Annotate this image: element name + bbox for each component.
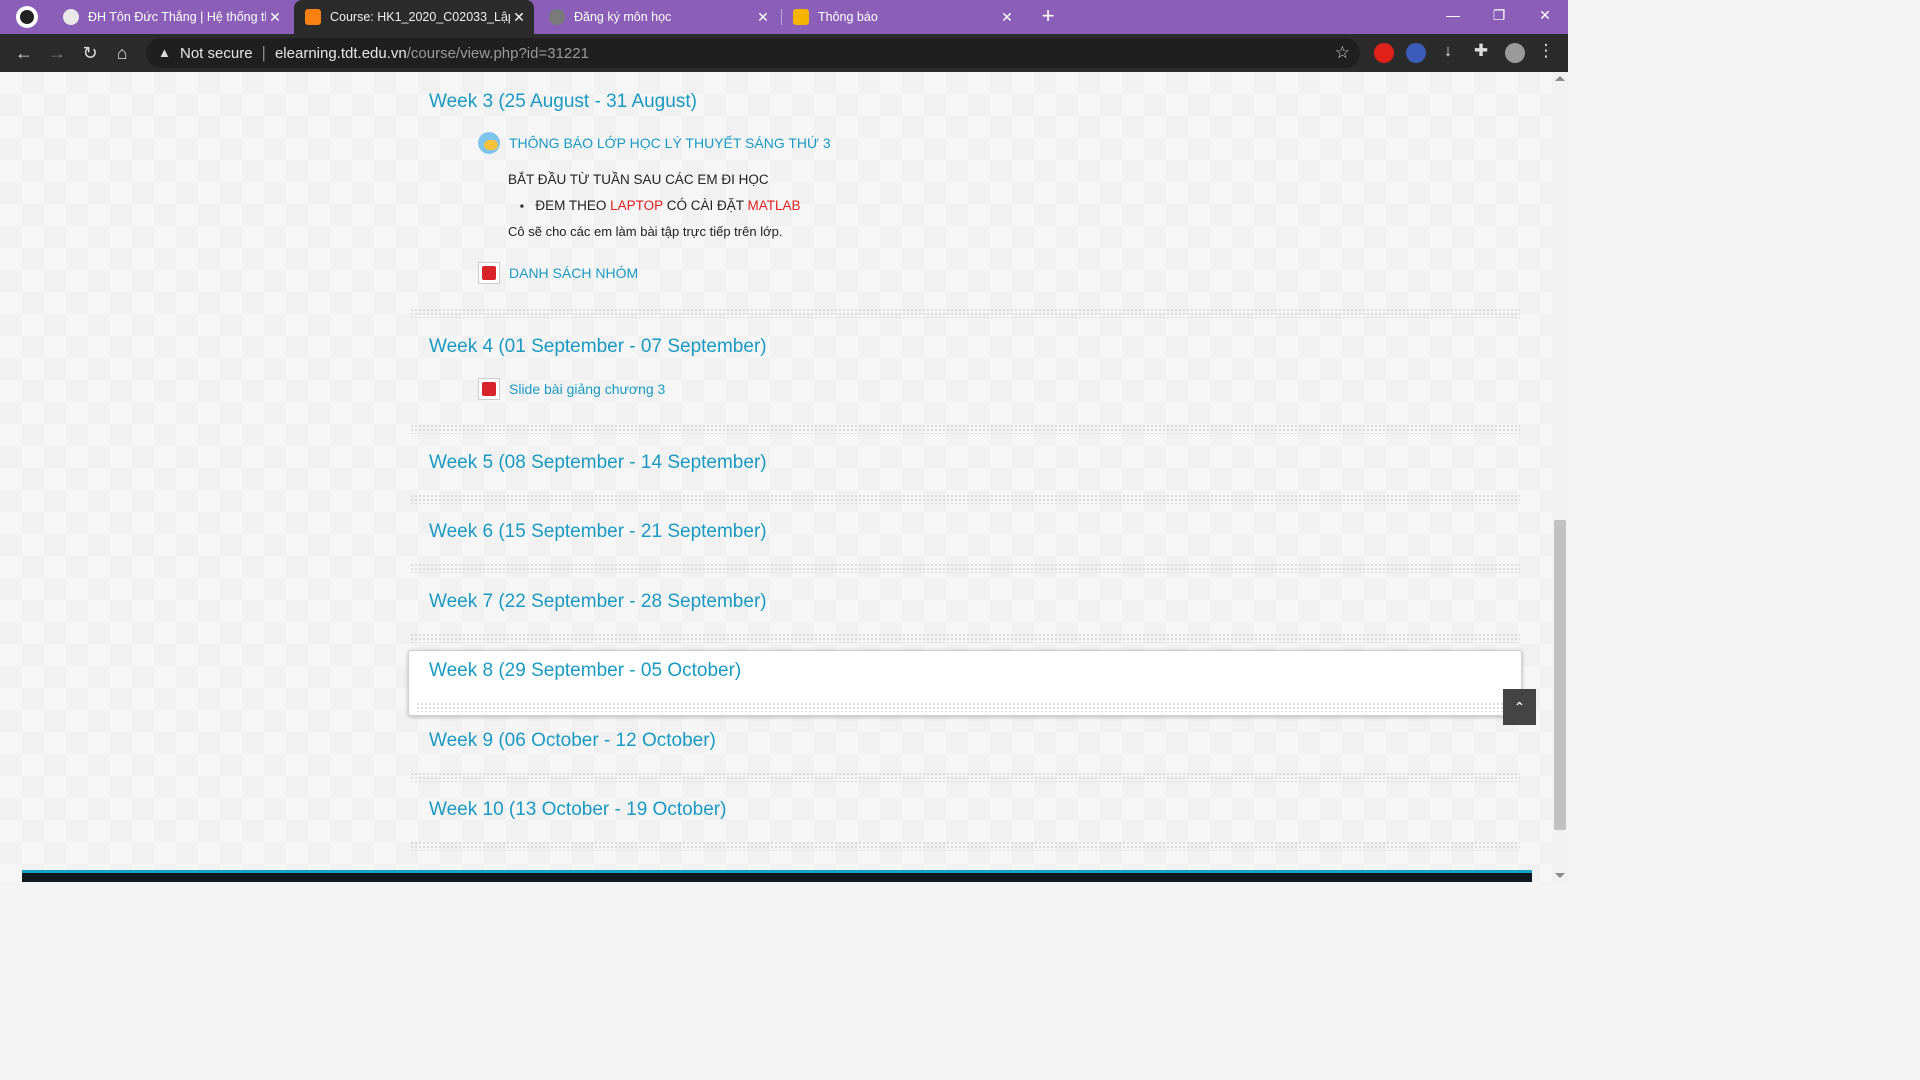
url-host: elearning.tdt.edu.vn — [274, 44, 407, 62]
warning-icon[interactable]: ▲ — [158, 46, 172, 60]
highlight-matlab: MATLAB — [747, 198, 801, 213]
scroll-up-arrow[interactable] — [1555, 76, 1565, 81]
scroll-down-arrow[interactable] — [1555, 873, 1565, 878]
translate-extension-icon[interactable] — [1406, 43, 1426, 63]
address-bar[interactable]: ▲ Not secure | elearning.tdt.edu.vn/cour… — [146, 38, 1360, 68]
notice-icon — [793, 9, 809, 25]
security-label[interactable]: Not secure — [180, 45, 253, 62]
bullet-text: CÓ CÀI ĐẶT — [662, 198, 748, 213]
week-8-title[interactable]: Week 8 (29 September - 05 October) — [429, 660, 741, 682]
activity-pdf[interactable]: DANH SÁCH NHÓM — [478, 262, 638, 284]
highlight-laptop: LAPTOP — [610, 198, 663, 213]
week-6-title[interactable]: Week 6 (15 September - 21 September) — [429, 521, 767, 543]
tab-notice[interactable]: Thông báo ✕ — [782, 0, 1022, 34]
forward-button[interactable]: → — [43, 40, 71, 66]
github-icon[interactable] — [16, 6, 38, 28]
close-tab-icon[interactable]: ✕ — [998, 9, 1016, 26]
section-divider — [410, 633, 1520, 643]
page-footer — [22, 870, 1532, 882]
globe-icon — [63, 9, 79, 25]
tab-title: Course: HK1_2020_C02033_Lập trình — [330, 10, 510, 24]
section-divider — [416, 702, 1514, 712]
week-3-summary: BẮT ĐẦU TỪ TUẦN SAU CÁC EM ĐI HỌC ĐEM TH… — [508, 172, 800, 239]
browser-toolbar: ← → ↻ ⌂ ▲ Not secure | elearning.tdt.edu… — [0, 34, 1568, 72]
download-icon[interactable]: ↓ — [1437, 41, 1459, 61]
back-to-top-button[interactable]: ⌃ — [1503, 689, 1536, 725]
page-scrollbar[interactable] — [1552, 72, 1568, 882]
menu-kebab-icon[interactable]: ⋮ — [1535, 41, 1557, 61]
home-button[interactable]: ⌂ — [108, 40, 136, 66]
week-9-title[interactable]: Week 9 (06 October - 12 October) — [429, 730, 716, 752]
tab-course-registration[interactable]: Đăng ký môn học ✕ — [538, 0, 778, 34]
forum-icon — [478, 132, 500, 154]
activity-link[interactable]: THÔNG BÁO LỚP HỌC LÝ THUYẾT SÁNG THỨ 3 — [509, 135, 831, 151]
section-divider — [410, 772, 1520, 782]
tab-title: Thông báo — [818, 10, 878, 24]
minimize-button[interactable]: — — [1430, 0, 1476, 30]
week-7-title[interactable]: Week 7 (22 September - 28 September) — [429, 591, 767, 613]
adblock-extension-icon[interactable] — [1374, 43, 1394, 63]
week-5-title[interactable]: Week 5 (08 September - 14 September) — [429, 452, 767, 474]
pdf-icon — [478, 262, 500, 284]
globe-icon — [549, 9, 565, 25]
new-tab-button[interactable]: + — [1037, 4, 1059, 28]
browser-tab-strip: ĐH Tôn Đức Thắng | Hệ thống thông tin ✕ … — [0, 0, 1568, 34]
summary-line: Cô sẽ cho các em làm bài tập trực tiếp t… — [508, 224, 783, 239]
summary-line: BẮT ĐẦU TỪ TUẦN SAU CÁC EM ĐI HỌC — [508, 172, 769, 187]
bookmark-star-icon[interactable]: ☆ — [1335, 43, 1350, 63]
url-path: /course/view.php?id=31221 — [406, 44, 589, 62]
page-content: Week 3 (25 August - 31 August) THÔNG BÁO… — [0, 72, 1552, 882]
section-divider — [410, 424, 1520, 434]
section-divider — [410, 494, 1520, 504]
back-button[interactable]: ← — [10, 40, 38, 66]
activity-link[interactable]: Slide bài giảng chương 3 — [509, 381, 665, 397]
activity-forum[interactable]: THÔNG BÁO LỚP HỌC LÝ THUYẾT SÁNG THỨ 3 — [478, 132, 831, 154]
pdf-icon — [478, 378, 500, 400]
moodle-icon — [305, 9, 321, 25]
close-window-button[interactable]: ✕ — [1522, 0, 1568, 30]
section-divider — [410, 308, 1520, 318]
section-divider — [410, 841, 1520, 851]
activity-link[interactable]: DANH SÁCH NHÓM — [509, 265, 638, 281]
close-tab-icon[interactable]: ✕ — [754, 9, 772, 26]
chevron-up-icon: ⌃ — [1513, 699, 1526, 715]
close-tab-icon[interactable]: ✕ — [266, 9, 284, 26]
week-4-title[interactable]: Week 4 (01 September - 07 September) — [429, 336, 767, 358]
week-10-title[interactable]: Week 10 (13 October - 19 October) — [429, 799, 726, 821]
close-tab-icon[interactable]: ✕ — [510, 9, 528, 26]
bullet-text: ĐEM THEO — [535, 198, 611, 213]
tab-course[interactable]: Course: HK1_2020_C02033_Lập trình ✕ — [294, 0, 534, 34]
activity-pdf[interactable]: Slide bài giảng chương 3 — [478, 378, 665, 400]
reload-button[interactable]: ↻ — [76, 40, 104, 66]
tab-title: ĐH Tôn Đức Thắng | Hệ thống thông tin — [88, 10, 266, 24]
extensions-puzzle-icon[interactable]: ✚ — [1470, 41, 1492, 61]
profile-avatar[interactable] — [1505, 43, 1525, 63]
section-divider — [410, 563, 1520, 573]
divider: | — [261, 43, 266, 62]
restore-button[interactable]: ❐ — [1476, 0, 1522, 30]
tab-title: Đăng ký môn học — [574, 10, 672, 24]
week-3-title[interactable]: Week 3 (25 August - 31 August) — [429, 91, 697, 113]
summary-bullet: ĐEM THEO LAPTOP CÓ CÀI ĐẶT MATLAB — [508, 198, 800, 213]
tab-tdtu-info-system[interactable]: ĐH Tôn Đức Thắng | Hệ thống thông tin ✕ — [52, 0, 290, 34]
scrollbar-thumb[interactable] — [1554, 520, 1566, 830]
